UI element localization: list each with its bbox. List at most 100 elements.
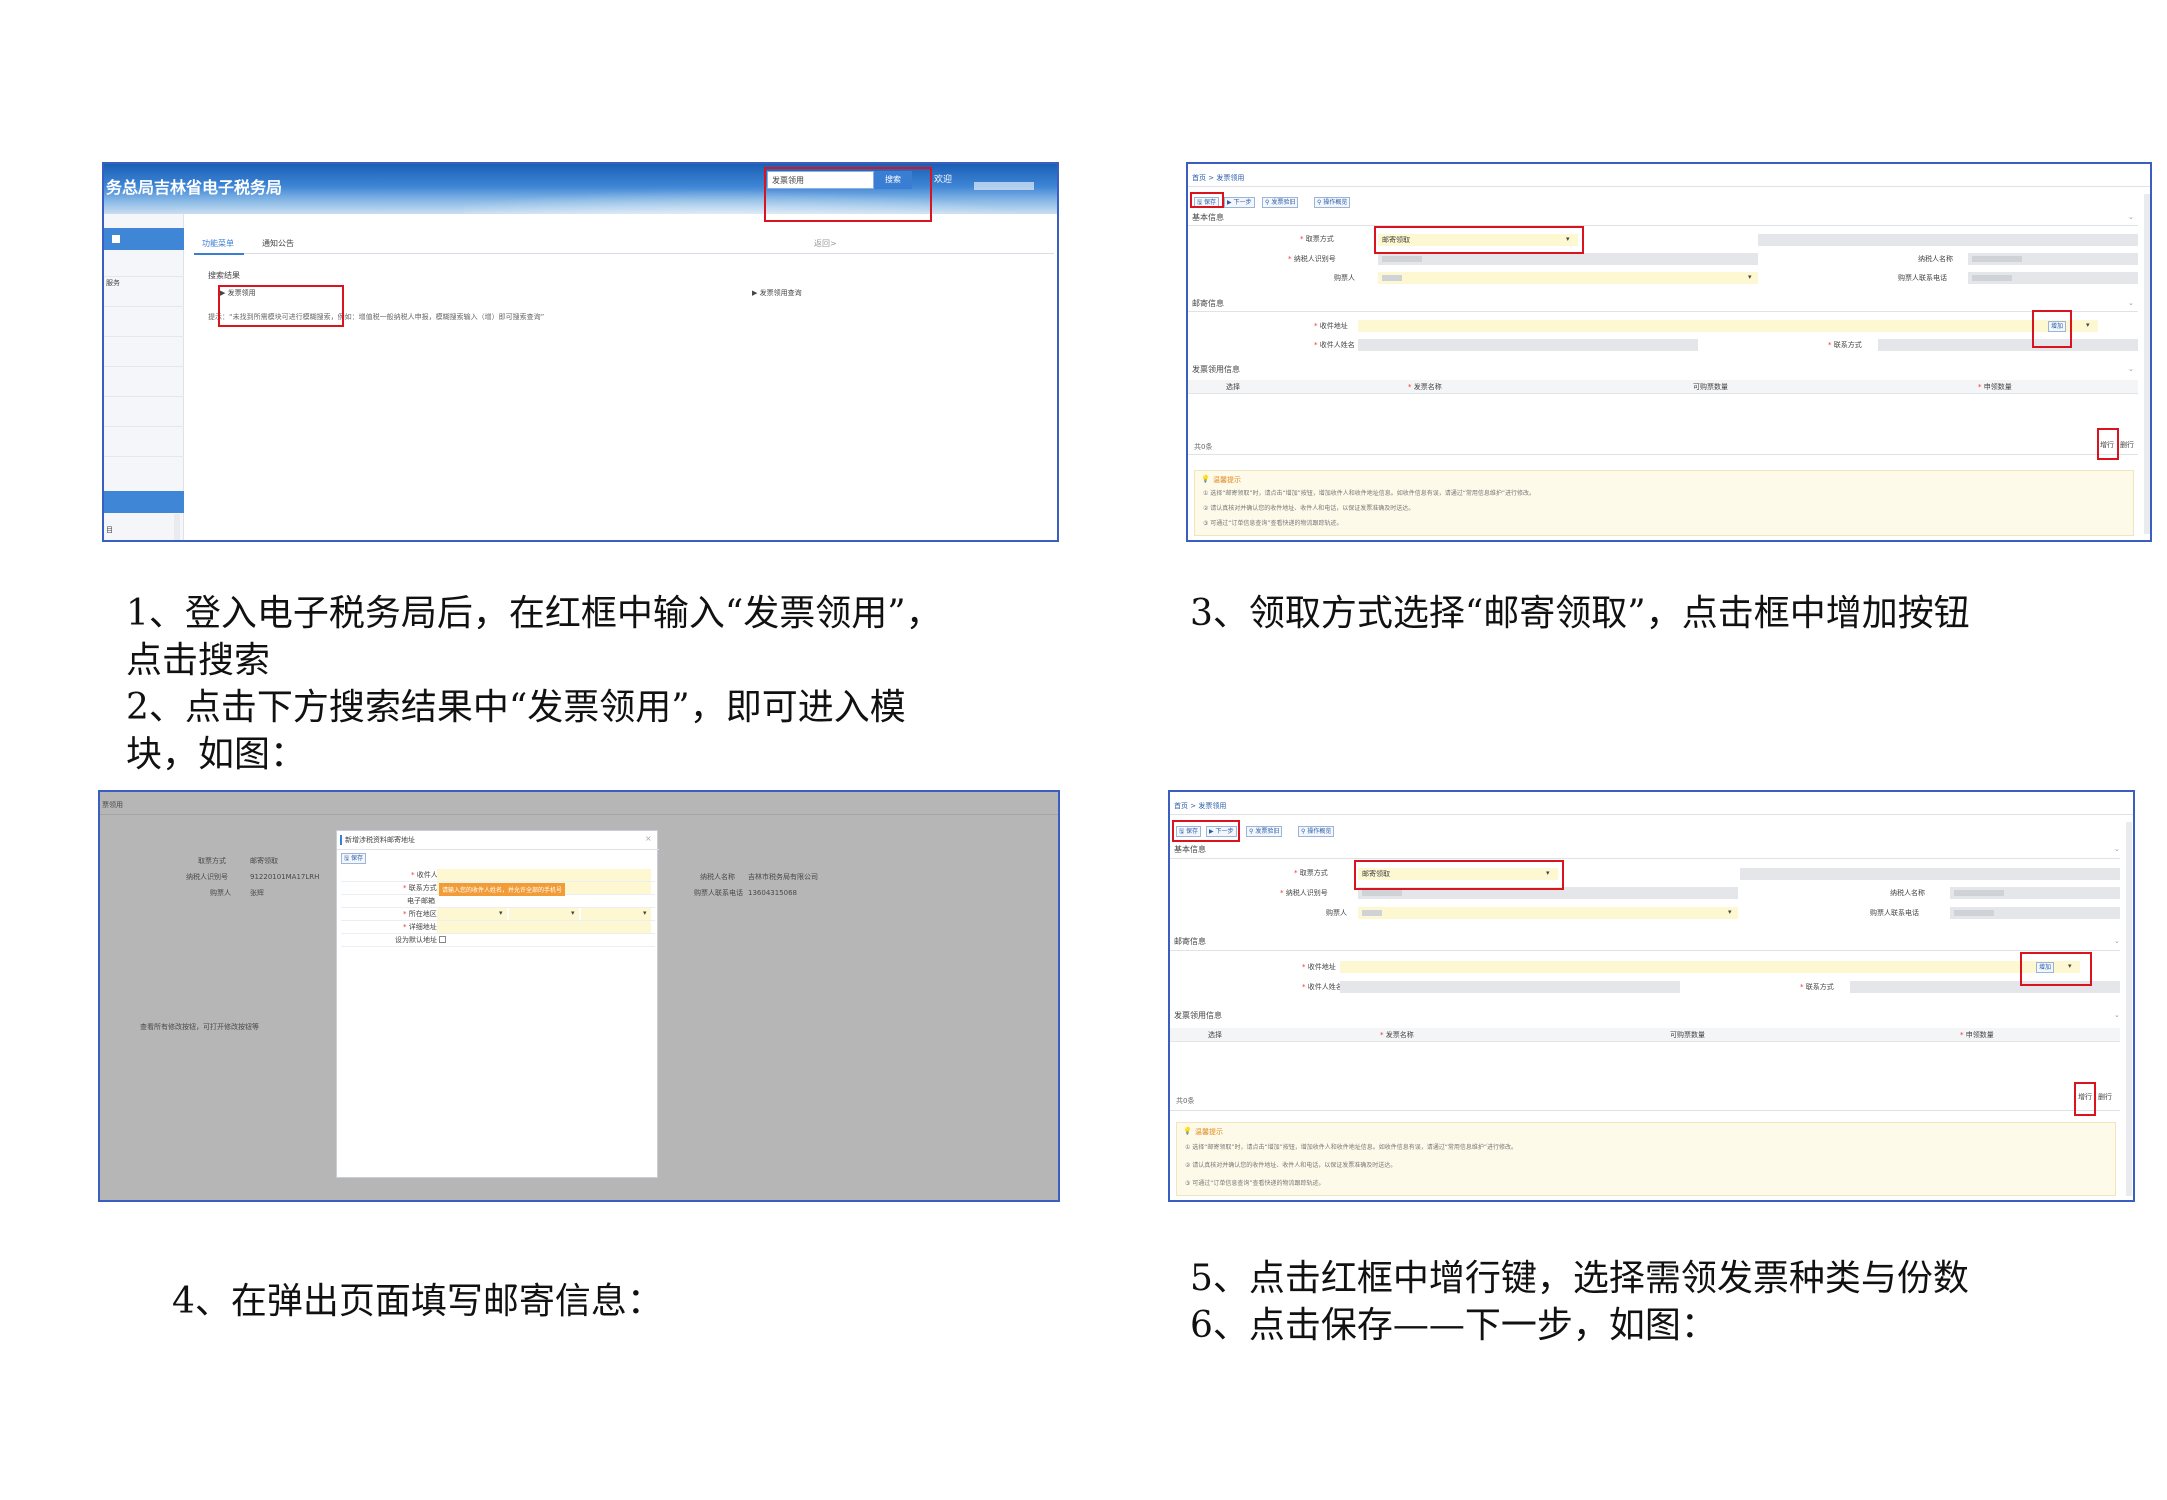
return-link[interactable]: 返回> bbox=[814, 240, 837, 248]
label-recipient: * 收件人姓名 bbox=[1302, 983, 1343, 991]
table-header: 选择 * 发票名称 可购票数量 * 申领数量 bbox=[1188, 380, 2138, 394]
caption-step-3: 3、领取方式选择“邮寄领取”，点击框中增加按钮 bbox=[1190, 593, 1970, 634]
breadcrumb: 首页 > 发票领用 bbox=[1192, 174, 1245, 182]
bulb-icon: 💡 bbox=[1183, 1127, 1192, 1135]
highlight-method bbox=[1374, 226, 1584, 254]
delete-row-button[interactable]: 删行 bbox=[2120, 442, 2134, 449]
chevron-down-icon: ▾ bbox=[1728, 908, 1732, 916]
overview-button[interactable]: ⚲ 操作概览 bbox=[1298, 826, 1335, 837]
label-taxname: 纳税人名称 bbox=[1890, 889, 1925, 897]
label-method: * 取票方式 bbox=[1294, 869, 1328, 877]
label-method: * 取票方式 bbox=[1300, 235, 1334, 243]
scrollbar[interactable] bbox=[2126, 822, 2132, 1196]
email-input[interactable] bbox=[437, 895, 651, 907]
caption-steps-5-6: 5、点击红框中增行键，选择需领发票种类与份数 6、点击保存——下一步，如图： bbox=[1190, 1258, 1969, 1346]
highlight-search bbox=[764, 167, 932, 222]
collapse-icon[interactable]: ⌄ bbox=[2128, 214, 2134, 221]
section-basic: 基本信息 bbox=[1192, 213, 1224, 222]
district-select[interactable]: ▾ bbox=[581, 908, 651, 920]
label-buyer: 购票人 bbox=[1334, 274, 1355, 282]
scrollbar[interactable] bbox=[174, 514, 180, 540]
highlight-add-row bbox=[2097, 428, 2119, 460]
collapse-icon[interactable]: ⌄ bbox=[2128, 366, 2134, 373]
tips-title: 温馨提示 bbox=[1213, 476, 1241, 484]
invoice-check-button[interactable]: ⚲ 发票验旧 bbox=[1246, 826, 1283, 837]
chevron-down-icon: ▾ bbox=[2086, 321, 2090, 329]
modal-save-button[interactable]: 🖫 保存 bbox=[341, 853, 367, 864]
overview-button[interactable]: ⚲ 操作概览 bbox=[1314, 197, 1351, 208]
invoice-check-button[interactable]: ⚲ 发票验旧 bbox=[1262, 197, 1299, 208]
label-address: * 收件地址 bbox=[1302, 963, 1336, 971]
recipient-input[interactable] bbox=[437, 869, 651, 881]
modal-title: 新增涉税资料邮寄地址 bbox=[345, 836, 415, 844]
screenshot-invoice-form: 首页 > 发票领用 🖫 保存 ▶ 下一步 ⚲ 发票验旧 ⚲ 操作概览 基本信息 … bbox=[1186, 162, 2152, 542]
caption-steps-1-2: 1、登入电子税务局后，在红框中输入“发票领用”， 点击搜索 2、点击下方搜索结果… bbox=[126, 593, 942, 775]
section-basic: 基本信息 bbox=[1174, 845, 1206, 854]
scrollbar[interactable] bbox=[2144, 194, 2150, 534]
chevron-down-icon: ▾ bbox=[1748, 273, 1752, 281]
tab-function-menu[interactable]: 功能菜单 bbox=[202, 240, 234, 248]
main-content: 功能菜单 通知公告 返回> 搜索结果 ▶ 发票领用 ▶ 发票领用查询 提示：“未… bbox=[194, 230, 1054, 540]
highlight-save-next bbox=[1172, 820, 1240, 842]
bulb-icon: 💡 bbox=[1201, 475, 1210, 483]
province-select[interactable]: ▾ bbox=[437, 908, 507, 920]
tab-bar: 功能菜单 通知公告 返回> bbox=[194, 230, 1054, 255]
screenshot-add-row: 首页 > 发票领用 🖫 保存 ▶ 下一步 ⚲ 发票验旧 ⚲ 操作概览 基本信息 … bbox=[1168, 790, 2135, 1202]
table-header: 选择 * 发票名称 可购票数量 * 申领数量 bbox=[1170, 1028, 2120, 1042]
label-taxid: * 纳税人识别号 bbox=[1288, 255, 1336, 263]
highlight-add-row bbox=[2074, 1082, 2096, 1116]
sidebar-item-active[interactable] bbox=[104, 491, 184, 513]
welcome-text: 欢迎 bbox=[934, 175, 953, 185]
label-recipient: * 收件人姓名 bbox=[1314, 341, 1355, 349]
breadcrumb: 首页 > 发票领用 bbox=[1174, 802, 1227, 810]
row-count: 共0条 bbox=[1176, 1097, 1195, 1105]
row-count: 共0条 bbox=[1194, 443, 1213, 451]
default-address-checkbox[interactable] bbox=[439, 936, 446, 943]
label-buyer-phone: 购票人联系电话 bbox=[1898, 274, 1947, 282]
tips-box: 💡 温馨提示 ① 选择“邮寄领取”时，请点击“增加”按钮，增加收件人和收件地址信… bbox=[1176, 1122, 2116, 1196]
sidebar: 服务 目 bbox=[104, 214, 184, 540]
section-apply: 发票领用信息 bbox=[1174, 1011, 1222, 1020]
next-button[interactable]: ▶ 下一步 bbox=[1224, 197, 1255, 208]
label-buyer-phone: 购票人联系电话 bbox=[1870, 909, 1919, 917]
section-apply: 发票领用信息 bbox=[1192, 365, 1240, 374]
label-buyer: 购票人 bbox=[1326, 909, 1347, 917]
collapse-icon[interactable]: ⌄ bbox=[2114, 846, 2120, 853]
chevron-down-icon: ▾ bbox=[571, 909, 575, 917]
tips-box: 💡 温馨提示 ① 选择“邮寄领取”时，请点击“增加”按钮，增加收件人和收件地址信… bbox=[1194, 470, 2134, 536]
address-modal: 新增涉税资料邮寄地址 × 🖫 保存 * 收件人 * 联系方式 请输入您的收件人姓… bbox=[336, 830, 659, 1178]
label-taxname: 纳税人名称 bbox=[1918, 255, 1953, 263]
label-contact: * 联系方式 bbox=[1828, 341, 1862, 349]
highlight-add bbox=[2032, 310, 2072, 348]
portal-title: 务总局吉林省电子税务局 bbox=[106, 178, 283, 197]
address-select[interactable]: ▾ bbox=[1340, 961, 2080, 973]
screenshot-address-modal: 票领用 取票方式 邮寄领取 纳税人识别号 91220101MA17LRH 购票人… bbox=[98, 790, 1060, 1202]
result-invoice-query[interactable]: ▶ 发票领用查询 bbox=[752, 290, 802, 297]
highlight-add bbox=[2020, 952, 2092, 986]
buyer-select[interactable]: ▾ bbox=[1358, 907, 1738, 919]
caption-step-4: 4、在弹出页面填写邮寄信息： bbox=[172, 1281, 663, 1322]
tab-notice[interactable]: 通知公告 bbox=[262, 240, 294, 248]
label-contact: * 联系方式 bbox=[1800, 983, 1834, 991]
collapse-icon[interactable]: ⌄ bbox=[2128, 300, 2134, 307]
close-icon[interactable]: × bbox=[645, 835, 652, 843]
collapse-icon[interactable]: ⌄ bbox=[2114, 1012, 2120, 1019]
screenshot-search: 务总局吉林省电子税务局 发票领用 搜索 欢迎 服务 目 功能菜单 通知公告 返回… bbox=[102, 162, 1059, 542]
highlight-method bbox=[1354, 860, 1564, 890]
city-select[interactable]: ▾ bbox=[509, 908, 579, 920]
label-taxid: * 纳税人识别号 bbox=[1280, 889, 1328, 897]
address-select[interactable]: ▾ bbox=[1358, 320, 2098, 332]
sidebar-header bbox=[104, 228, 184, 250]
chevron-down-icon: ▾ bbox=[499, 909, 503, 917]
delete-row-button[interactable]: 删行 bbox=[2098, 1094, 2112, 1101]
detail-address-input[interactable] bbox=[437, 921, 651, 933]
buyer-select[interactable]: ▾ bbox=[1378, 272, 1758, 284]
user-name-blur bbox=[974, 182, 1034, 190]
collapse-icon[interactable]: ⌄ bbox=[2114, 938, 2120, 945]
label-address: * 收件地址 bbox=[1314, 322, 1348, 330]
chevron-down-icon: ▾ bbox=[643, 909, 647, 917]
highlight-result bbox=[218, 285, 344, 327]
highlight-save bbox=[1190, 192, 1224, 208]
section-mail: 邮寄信息 bbox=[1174, 937, 1206, 946]
section-mail: 邮寄信息 bbox=[1192, 299, 1224, 308]
